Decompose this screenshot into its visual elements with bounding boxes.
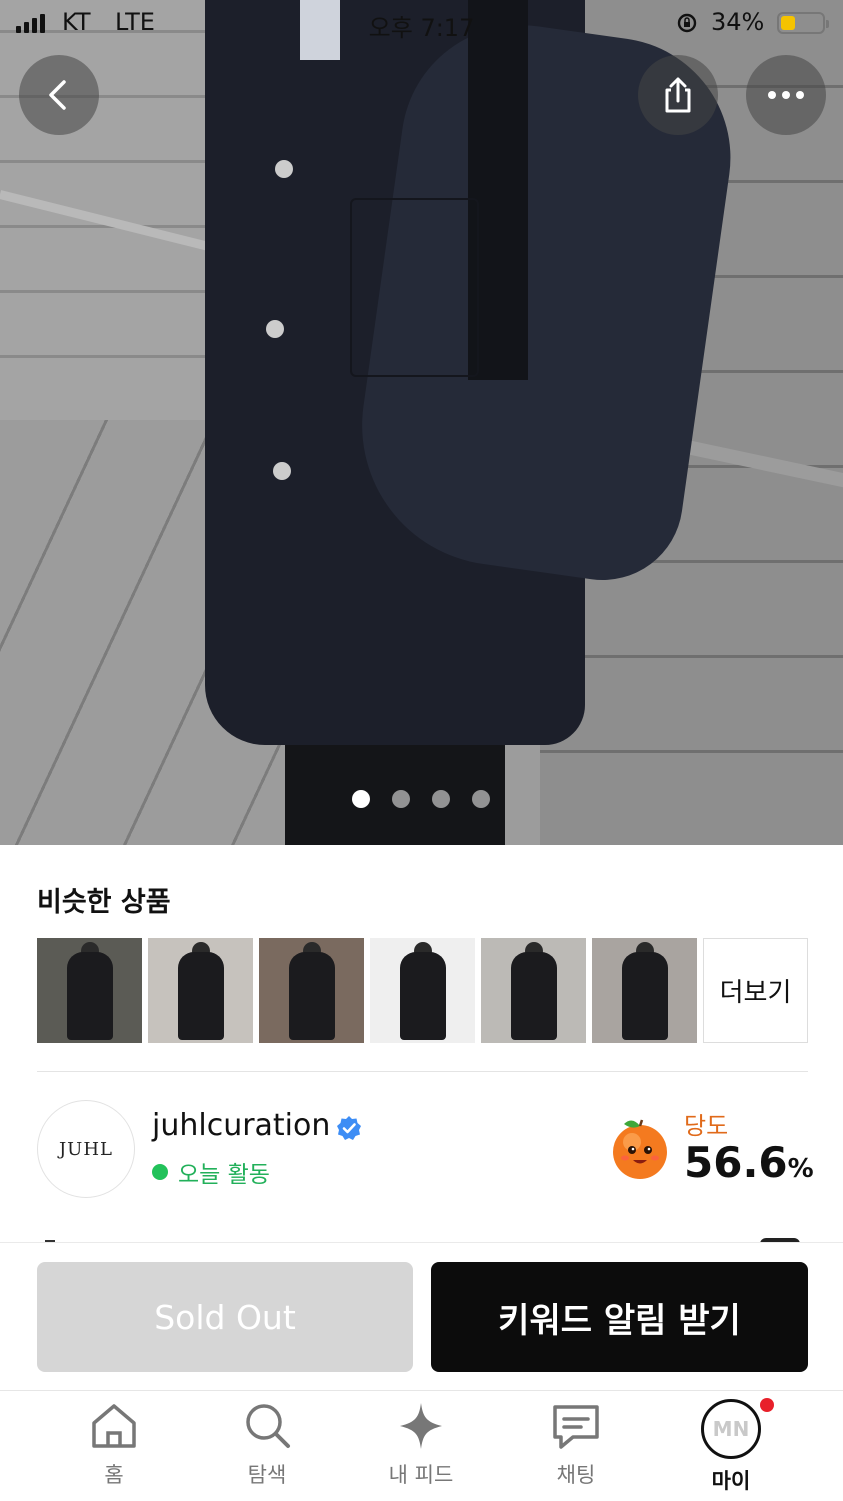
- pager-dot-active: [352, 790, 370, 808]
- tab-chat-label: 채팅: [556, 1463, 596, 1487]
- battery-percent: 34%: [711, 8, 765, 36]
- seller-avatar[interactable]: JUHL: [37, 1100, 135, 1198]
- sweetness-value: 56.6%: [684, 1138, 814, 1187]
- search-icon: [246, 1404, 290, 1448]
- similar-product-thumb[interactable]: [148, 938, 253, 1043]
- pager-dot: [432, 790, 450, 808]
- similar-product-thumb[interactable]: [370, 938, 475, 1043]
- similar-products-row: 더보기: [37, 938, 808, 1043]
- more-options-button[interactable]: [746, 55, 826, 135]
- sparkle-icon: [400, 1403, 442, 1449]
- peach-mascot-icon: [613, 1119, 667, 1179]
- image-pocket: [350, 198, 479, 377]
- battery-icon: [777, 12, 829, 34]
- image-jacket-button: [275, 160, 293, 178]
- tab-my-feed-label: 내 피드: [388, 1463, 454, 1487]
- chat-icon: [553, 1405, 599, 1449]
- share-icon: [665, 77, 691, 113]
- status-bar: KT LTE 오후 7:17 34%: [0, 0, 843, 46]
- tab-my-feed[interactable]: 내 피드: [361, 1399, 481, 1489]
- tab-explore[interactable]: 탐색: [207, 1399, 327, 1489]
- section-divider: [37, 1071, 808, 1072]
- seller-name[interactable]: juhlcuration: [152, 1108, 330, 1143]
- similar-product-thumb[interactable]: [37, 938, 142, 1043]
- sold-out-button: Sold Out: [37, 1262, 413, 1372]
- sweetness-number: 56.6: [684, 1138, 788, 1187]
- pager-dot: [472, 790, 490, 808]
- image-jacket-button: [266, 320, 284, 338]
- similar-product-thumb[interactable]: [481, 938, 586, 1043]
- image-pants: [285, 730, 505, 845]
- notification-dot-icon: [760, 1398, 774, 1412]
- image-jacket-button: [273, 462, 291, 480]
- similar-product-thumb[interactable]: [592, 938, 697, 1043]
- pager-dot: [392, 790, 410, 808]
- sweetness-label: 당도: [684, 1112, 729, 1140]
- similar-products-title: 비슷한 상품: [37, 887, 171, 918]
- chevron-left-icon: [49, 80, 66, 110]
- tab-explore-label: 탐색: [247, 1463, 287, 1487]
- more-dots-icon: [768, 91, 804, 99]
- verified-badge-icon: [337, 1116, 361, 1140]
- profile-avatar: MN: [701, 1399, 761, 1459]
- share-button[interactable]: [638, 55, 718, 135]
- sweetness-unit: %: [787, 1154, 814, 1184]
- tab-my-label: 마이: [711, 1469, 751, 1493]
- bottom-tab-bar: 홈 탐색 내 피드 채팅 MN 마이: [0, 1390, 843, 1501]
- home-icon: [92, 1404, 136, 1448]
- seller-activity: 오늘 활동: [152, 1155, 270, 1189]
- image-wall-left: [0, 0, 215, 420]
- see-more-button[interactable]: 더보기: [703, 938, 808, 1043]
- tab-home[interactable]: 홈: [54, 1399, 174, 1489]
- tab-home-label: 홈: [104, 1463, 124, 1487]
- action-bar: Sold Out 키워드 알림 받기: [0, 1242, 843, 1391]
- rotation-lock-icon: [677, 13, 697, 33]
- similar-product-thumb[interactable]: [259, 938, 364, 1043]
- tab-chat[interactable]: 채팅: [516, 1399, 636, 1489]
- product-image[interactable]: [0, 0, 843, 845]
- online-dot-icon: [152, 1164, 168, 1180]
- activity-label: 오늘 활동: [178, 1162, 270, 1188]
- tab-my[interactable]: MN 마이: [671, 1399, 791, 1495]
- back-button[interactable]: [19, 55, 99, 135]
- image-pager: [352, 790, 490, 808]
- keyword-alert-button[interactable]: 키워드 알림 받기: [431, 1262, 808, 1372]
